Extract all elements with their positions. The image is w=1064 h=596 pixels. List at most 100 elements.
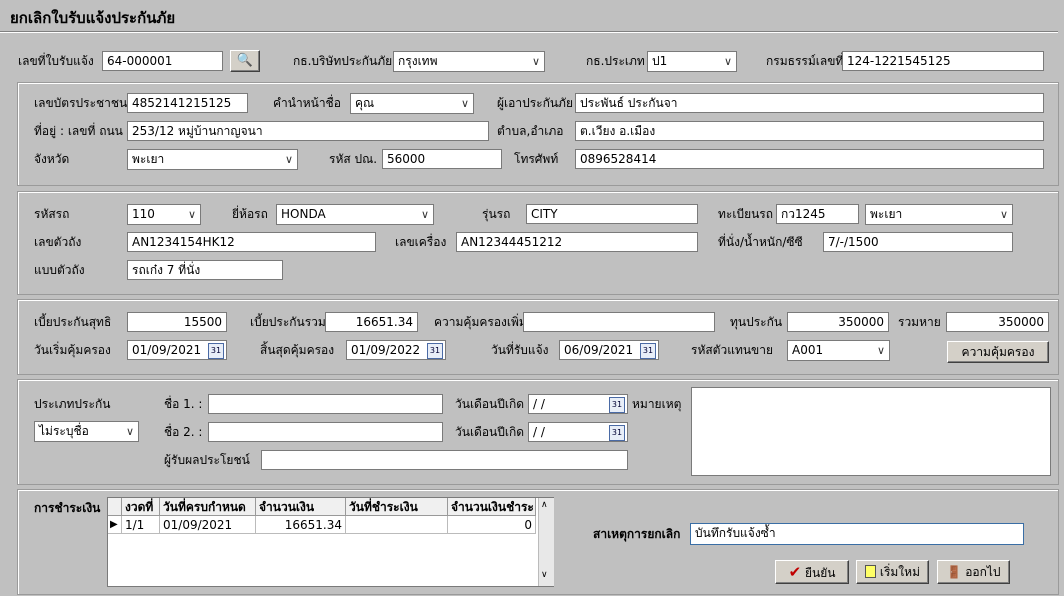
grid-header-paid-date[interactable]: วันที่ชำระเงิน bbox=[346, 498, 448, 516]
total-loss-label: รวมหาย bbox=[898, 315, 941, 329]
net-premium-input[interactable]: 15500 bbox=[127, 312, 227, 332]
confirm-label: ยืนยัน bbox=[804, 566, 836, 580]
start-date-input[interactable]: 01/09/2021 31 bbox=[127, 340, 227, 360]
policy-no-input[interactable]: 124-1221545125 bbox=[842, 51, 1044, 71]
insurer-label: กธ.บริษัทประกันภัย bbox=[293, 54, 393, 68]
binoculars-icon: 🔍 bbox=[236, 53, 254, 68]
beneficiary-input[interactable] bbox=[261, 450, 628, 470]
id-input[interactable]: 4852141215125 bbox=[127, 93, 248, 113]
model-input[interactable]: CITY bbox=[526, 204, 698, 224]
grid-header-paid-amount[interactable]: จำนวนเงินชำระ bbox=[448, 498, 536, 516]
exit-label: ออกไป bbox=[965, 565, 1001, 579]
calendar-icon[interactable]: 31 bbox=[609, 397, 625, 413]
premium-panel bbox=[17, 299, 1059, 375]
grid-header-amount[interactable]: จำนวนเงิน bbox=[256, 498, 346, 516]
note-textarea[interactable] bbox=[691, 387, 1051, 476]
new-button[interactable]: เริ่มใหม่ bbox=[856, 560, 929, 584]
extra-coverage-input[interactable] bbox=[523, 312, 715, 332]
exit-button[interactable]: 🚪 ออกไป bbox=[937, 560, 1010, 584]
row-pointer-icon: ▶ bbox=[108, 516, 122, 534]
calendar-icon[interactable]: 31 bbox=[427, 343, 443, 359]
end-date-label: สิ้นสุดคุ้มครอง bbox=[260, 343, 335, 357]
new-document-icon bbox=[865, 565, 877, 578]
chassis-input[interactable]: AN1234154HK12 bbox=[127, 232, 376, 252]
brand-select[interactable]: HONDA ∨ bbox=[276, 204, 434, 225]
grid-header-installment[interactable]: งวดที่ bbox=[122, 498, 160, 516]
chassis-label: เลขตัวถัง bbox=[34, 235, 82, 249]
phone-label: โทรศัพท์ bbox=[514, 152, 559, 166]
window-title: ยกเลิกใบรับแจ้งประกันภัย bbox=[10, 9, 176, 27]
grid-scrollbar[interactable]: ∧ ∨ bbox=[538, 498, 554, 586]
cancel-reason-input[interactable]: บันทึกรับแจ้งซ้ำ bbox=[690, 523, 1024, 545]
check-icon: ✔ bbox=[788, 563, 802, 581]
name2-input[interactable] bbox=[208, 422, 443, 442]
agent-select[interactable]: A001 ∨ bbox=[787, 340, 890, 361]
address-label: ที่อยู่ : เลขที่ ถนน bbox=[34, 124, 123, 138]
receipt-no-input[interactable]: 64-000001 bbox=[102, 51, 223, 71]
dob1-label: วันเดือนปีเกิด bbox=[455, 397, 525, 411]
engine-input[interactable]: AN12344451212 bbox=[456, 232, 698, 252]
agent-label: รหัสตัวแทนขาย bbox=[691, 343, 774, 357]
postcode-label: รหัส ปณ. bbox=[329, 152, 378, 166]
grid-corner bbox=[108, 498, 122, 516]
plate-province-select[interactable]: พะเยา ∨ bbox=[865, 204, 1013, 225]
chevron-down-icon: ∨ bbox=[187, 208, 196, 221]
insurer-select[interactable]: กรุงเทพ ∨ bbox=[393, 51, 545, 72]
policy-no-label: กรมธรรม์เลขที่ bbox=[766, 54, 844, 68]
body-label: แบบตัวถัง bbox=[34, 263, 85, 277]
calendar-icon[interactable]: 31 bbox=[208, 343, 224, 359]
dob2-input[interactable]: / /31 bbox=[528, 422, 628, 442]
calendar-icon[interactable]: 31 bbox=[640, 343, 656, 359]
sum-insured-label: ทุนประกัน bbox=[730, 315, 783, 329]
payment-grid[interactable]: งวดที่ วันที่ครบกำหนด จำนวนเงิน วันที่ชำ… bbox=[107, 497, 554, 587]
subdistrict-label: ตำบล,อำเภอ bbox=[497, 124, 564, 138]
confirm-button[interactable]: ✔ ยืนยัน bbox=[775, 560, 849, 584]
chevron-down-icon: ∨ bbox=[999, 208, 1008, 221]
vehicle-code-label: รหัสรถ bbox=[34, 207, 70, 221]
coverage-button[interactable]: ความคุ้มครอง bbox=[947, 341, 1049, 363]
new-label: เริ่มใหม่ bbox=[879, 565, 920, 579]
type-label: กธ.ประเภท bbox=[586, 54, 645, 68]
table-cell[interactable]: 16651.34 bbox=[256, 516, 346, 534]
prefix-select[interactable]: คุณ ∨ bbox=[350, 93, 474, 114]
chevron-up-icon[interactable]: ∧ bbox=[541, 500, 548, 510]
chevron-down-icon: ∨ bbox=[420, 208, 429, 221]
grid-header-due-date[interactable]: วันที่ครบกำหนด bbox=[160, 498, 256, 516]
name1-label: ชื่อ 1. : bbox=[164, 397, 203, 411]
dob1-input[interactable]: / /31 bbox=[528, 394, 628, 414]
seats-input[interactable]: 7/-/1500 bbox=[823, 232, 1013, 252]
province-select[interactable]: พะเยา ∨ bbox=[127, 149, 298, 170]
body-input[interactable]: รถเก๋ง 7 ที่นั่ง bbox=[127, 260, 283, 280]
calendar-icon[interactable]: 31 bbox=[609, 425, 625, 441]
search-button[interactable]: 🔍 bbox=[230, 50, 260, 72]
exit-door-icon: 🚪 bbox=[946, 565, 962, 579]
insured-label: ผู้เอาประกันภัย bbox=[497, 96, 573, 110]
vehicle-code-select[interactable]: 110 ∨ bbox=[127, 204, 201, 225]
type-select[interactable]: ป1 ∨ bbox=[647, 51, 737, 72]
chevron-down-icon[interactable]: ∨ bbox=[541, 570, 548, 580]
address-input[interactable]: 253/12 หมู่บ้านกาญจนา bbox=[127, 121, 489, 141]
end-date-input[interactable]: 01/09/2022 31 bbox=[346, 340, 446, 360]
total-loss-input[interactable]: 350000 bbox=[946, 312, 1049, 332]
sum-insured-input[interactable]: 350000 bbox=[787, 312, 889, 332]
table-cell[interactable]: 0 bbox=[448, 516, 536, 534]
table-cell[interactable]: 1/1 bbox=[122, 516, 160, 534]
total-premium-label: เบี้ยประกันรวม bbox=[250, 315, 326, 329]
start-date-label: วันเริ่มคุ้มครอง bbox=[34, 343, 111, 357]
insured-input[interactable]: ประพันธ์ ประกันจา bbox=[575, 93, 1044, 113]
name1-input[interactable] bbox=[208, 394, 443, 414]
engine-label: เลขเครื่อง bbox=[395, 235, 447, 249]
plate-input[interactable]: กว1245 bbox=[776, 204, 859, 224]
received-date-input[interactable]: 06/09/2021 31 bbox=[559, 340, 659, 360]
extra-coverage-label: ความคุ้มครองเพิ่ม bbox=[434, 315, 527, 329]
phone-input[interactable]: 0896528414 bbox=[575, 149, 1044, 169]
insurance-type-select[interactable]: ไม่ระบุชื่อ ∨ bbox=[34, 421, 139, 442]
total-premium-input[interactable]: 16651.34 bbox=[325, 312, 418, 332]
postcode-input[interactable]: 56000 bbox=[382, 149, 502, 169]
chevron-down-icon: ∨ bbox=[876, 344, 885, 357]
table-cell[interactable]: 01/09/2021 bbox=[160, 516, 256, 534]
chevron-down-icon: ∨ bbox=[723, 55, 732, 68]
id-label: เลขบัตรประชาชน bbox=[34, 96, 128, 110]
subdistrict-input[interactable]: ต.เวียง อ.เมือง bbox=[575, 121, 1044, 141]
table-cell[interactable] bbox=[346, 516, 448, 534]
